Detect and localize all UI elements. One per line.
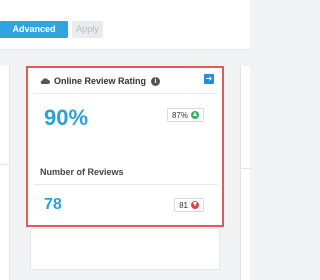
- advanced-filters-button[interactable]: Advanced Filters: [0, 21, 68, 51]
- cloud-icon: [40, 78, 50, 84]
- rating-value: 90%: [44, 105, 89, 130]
- reviews-compare-value: 81: [179, 200, 188, 210]
- divider: [34, 93, 218, 94]
- arrow-right-box-icon[interactable]: ➔: [204, 74, 214, 84]
- right-card-edge: [240, 66, 251, 280]
- reviews-compare-badge: 81 ▼: [174, 198, 204, 212]
- info-icon[interactable]: i: [151, 76, 161, 86]
- reviews-label: Number of Reviews: [40, 167, 124, 177]
- rating-compare-value: 87%: [171, 110, 188, 120]
- card-title: Online Review Rating: [54, 76, 147, 86]
- arrow-down-icon: ▼: [191, 201, 199, 209]
- card-header: Online Review Rating i: [40, 75, 161, 87]
- card-below-edge: [30, 228, 220, 270]
- arrow-up-icon: ▲: [191, 111, 199, 119]
- reviews-value: 78: [44, 196, 62, 213]
- divider: [0, 164, 10, 165]
- divider: [34, 184, 218, 185]
- divider: [241, 168, 251, 169]
- apply-button[interactable]: Apply: [72, 21, 103, 38]
- online-review-rating-card[interactable]: Online Review Rating i ➔ 90% 87% ▲ Numbe…: [26, 66, 224, 227]
- rating-compare-badge: 87% ▲: [166, 108, 204, 122]
- filter-toolbar: Advanced Filters Apply: [0, 0, 250, 51]
- left-card-edge: [0, 66, 10, 280]
